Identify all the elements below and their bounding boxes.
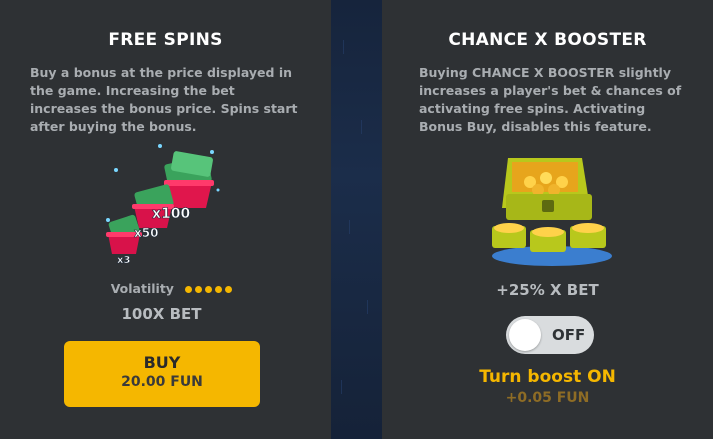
volatility-dot <box>185 286 193 293</box>
toggle-state-label: OFF <box>552 326 586 344</box>
turn-boost-label: Turn boost ON <box>479 367 616 387</box>
chest-large-icon <box>502 158 592 220</box>
booster-bet-increase: +25% X BET <box>496 281 599 299</box>
chest-small-icons <box>492 223 606 252</box>
volatility-row: Volatility <box>6 281 337 296</box>
buy-price: 20.00 FUN <box>121 374 203 390</box>
multiplier-x100: x100 <box>152 206 191 222</box>
volatility-dot <box>205 286 213 293</box>
free-spins-title: FREE SPINS <box>108 30 223 50</box>
boost-cost: +0.05 FUN <box>505 390 590 406</box>
volatility-dot <box>195 286 203 293</box>
chance-booster-title: CHANCE X BOOSTER <box>448 30 647 50</box>
free-spins-bet-multiplier: 100X BET <box>121 305 202 323</box>
volatility-dot <box>215 286 223 293</box>
chance-booster-description: Buying CHANCE X BOOSTER slightly increas… <box>419 65 682 134</box>
treasure-chest-illustration <box>492 158 612 266</box>
volatility-dot <box>225 286 233 293</box>
free-spins-panel: FREE SPINS Buy a bonus at the price disp… <box>0 0 331 439</box>
volatility-label: Volatility <box>110 281 174 296</box>
volatility-indicator <box>182 281 233 296</box>
booster-toggle[interactable]: OFF <box>506 316 594 354</box>
free-spins-description: Buy a bonus at the price displayed in th… <box>30 65 298 134</box>
buy-button[interactable]: BUY 20.00 FUN <box>64 341 260 407</box>
buy-label: BUY <box>143 353 181 372</box>
panel-divider <box>331 0 382 439</box>
cash-pots-illustration: x100 x50 x3 <box>106 144 220 266</box>
toggle-knob <box>509 319 541 351</box>
multiplier-x50: x50 <box>134 226 158 240</box>
multiplier-x3: x3 <box>117 255 130 266</box>
